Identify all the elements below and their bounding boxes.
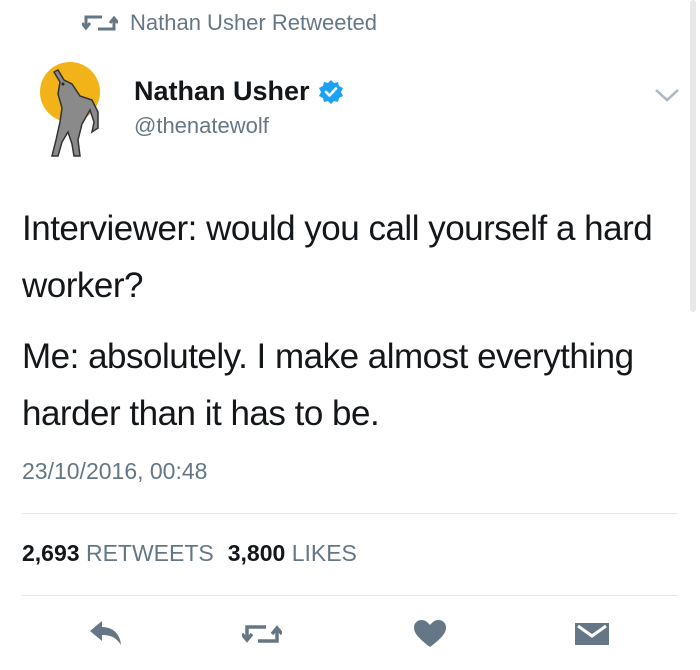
retweets-stat[interactable]: 2,693 RETWEETS — [22, 540, 214, 567]
retweet-icon — [242, 625, 282, 643]
scrollbar[interactable] — [690, 0, 696, 312]
author-handle[interactable]: @thenatewolf — [134, 113, 344, 139]
chevron-down-icon — [655, 89, 679, 102]
likes-count: 3,800 — [227, 540, 286, 566]
tweet-timestamp[interactable]: 23/10/2016, 00:48 — [22, 458, 207, 485]
tweet-actions — [0, 612, 700, 662]
retweets-count: 2,693 — [22, 540, 80, 566]
direct-message-button[interactable] — [570, 612, 614, 656]
retweet-button[interactable] — [240, 612, 284, 656]
like-button[interactable] — [408, 612, 452, 656]
reply-button[interactable] — [84, 612, 128, 656]
author-name[interactable]: Nathan Usher — [134, 76, 310, 107]
tweet-detail-view: Nathan Usher Retweeted Nathan Usher @the… — [0, 0, 700, 670]
retweets-label: RETWEETS — [85, 540, 214, 566]
author-info[interactable]: Nathan Usher @thenatewolf — [134, 76, 344, 139]
divider — [22, 513, 678, 514]
likes-label: LIKES — [291, 540, 357, 566]
more-options-button[interactable] — [653, 86, 681, 104]
verified-badge-icon — [318, 79, 344, 105]
tweet-paragraph: Me: absolutely. I make almost everything… — [22, 337, 634, 433]
reply-icon — [90, 621, 121, 645]
envelope-icon — [575, 623, 609, 645]
avatar[interactable] — [34, 60, 106, 160]
howling-wolf-avatar-icon — [40, 62, 100, 157]
tweet-paragraph: Interviewer: would you call yourself a h… — [22, 209, 653, 305]
retweet-context-label: Nathan Usher Retweeted — [130, 10, 378, 35]
heart-icon — [414, 620, 446, 647]
retweet-context[interactable]: Nathan Usher Retweeted — [82, 10, 377, 36]
divider — [22, 595, 678, 596]
retweet-icon — [82, 15, 118, 31]
tweet-text: Interviewer: would you call yourself a h… — [22, 200, 662, 456]
likes-stat[interactable]: 3,800 LIKES — [228, 540, 357, 567]
tweet-stats: 2,693 RETWEETS 3,800 LIKES — [22, 540, 357, 567]
